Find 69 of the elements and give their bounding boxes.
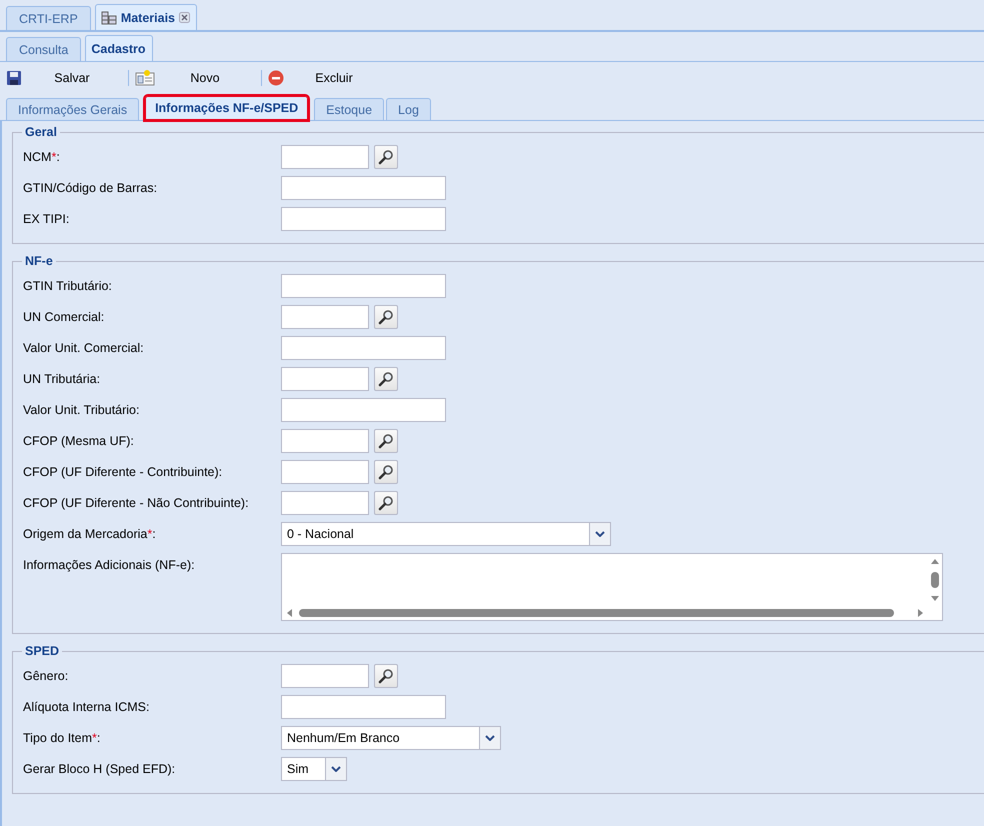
- search-icon: [378, 668, 394, 684]
- field-label: Informações Adicionais (NF-e):: [23, 557, 196, 572]
- field-label: CFOP (UF Diferente - Contribuinte):: [23, 464, 224, 479]
- lookup-button[interactable]: [374, 491, 398, 515]
- section-title: Geral: [24, 125, 58, 139]
- field-label: CFOP (UF Diferente - Não Contribuinte):: [23, 495, 250, 510]
- caret-icon: [331, 766, 341, 772]
- text-area[interactable]: [281, 553, 943, 621]
- section-title: NF-e: [24, 254, 54, 268]
- text-field[interactable]: [281, 398, 446, 422]
- field-label: GTIN/Código de Barras:: [23, 180, 158, 195]
- text-field[interactable]: [281, 207, 446, 231]
- field-label: Gerar Bloco H (Sped EFD):: [23, 761, 176, 776]
- text-field[interactable]: [281, 695, 446, 719]
- dropdown[interactable]: 0 - Nacional: [281, 522, 611, 546]
- field-label: Valor Unit. Comercial:: [23, 340, 145, 355]
- lookup-button[interactable]: [374, 429, 398, 453]
- search-icon: [378, 433, 394, 449]
- field-label: UN Tributária:: [23, 371, 102, 386]
- tab[interactable]: Informações NF-e/SPED: [145, 96, 308, 120]
- tab[interactable]: Estoque: [314, 98, 384, 120]
- lookup-button[interactable]: [374, 305, 398, 329]
- caret-icon: [485, 735, 495, 741]
- lookup-button[interactable]: [374, 367, 398, 391]
- search-icon: [378, 495, 394, 511]
- tab[interactable]: Log: [386, 98, 431, 120]
- toolbar-button[interactable]: Excluir: [268, 70, 384, 86]
- delete-icon: [268, 70, 284, 86]
- lookup-button[interactable]: [374, 460, 398, 484]
- dropdown[interactable]: Nenhum/Em Branco: [281, 726, 501, 750]
- new-document-icon: [135, 70, 155, 86]
- lookup-button[interactable]: [374, 664, 398, 688]
- tab[interactable]: Consulta: [6, 37, 82, 61]
- field-label: GTIN Tributário:: [23, 278, 113, 293]
- field-label: Origem da Mercadoria*:: [23, 526, 157, 541]
- field-label: Valor Unit. Tributário:: [23, 402, 140, 417]
- dropdown[interactable]: Sim: [281, 757, 347, 781]
- caret-icon: [595, 531, 605, 537]
- field-label: EX TIPI:: [23, 211, 70, 226]
- search-icon: [378, 149, 394, 165]
- text-field[interactable]: [281, 176, 446, 200]
- text-field[interactable]: [281, 664, 369, 688]
- field-label: NCM*:: [23, 149, 61, 164]
- text-field[interactable]: [281, 336, 446, 360]
- app-tab[interactable]: CRTI-ERP: [6, 6, 91, 30]
- toolbar-button[interactable]: Novo: [135, 70, 255, 86]
- text-field[interactable]: [281, 305, 369, 329]
- tab[interactable]: Informações Gerais: [6, 98, 140, 120]
- search-icon: [378, 371, 394, 387]
- tab[interactable]: Cadastro: [85, 35, 153, 61]
- field-label: CFOP (Mesma UF):: [23, 433, 135, 448]
- text-field[interactable]: [281, 145, 369, 169]
- section-title: SPED: [24, 644, 60, 658]
- app-tab[interactable]: Materiais: [94, 4, 198, 30]
- lookup-button[interactable]: [374, 145, 398, 169]
- field-label: Gênero:: [23, 668, 70, 683]
- toolbar-button[interactable]: Salvar: [6, 70, 122, 86]
- field-label: Alíquota Interna ICMS:: [23, 699, 150, 714]
- text-field[interactable]: [281, 429, 369, 453]
- close-icon[interactable]: [179, 12, 190, 23]
- search-icon: [378, 464, 394, 480]
- text-field[interactable]: [281, 491, 369, 515]
- search-icon: [378, 309, 394, 325]
- field-label: UN Comercial:: [23, 309, 106, 324]
- text-field[interactable]: [281, 460, 369, 484]
- grid-icon: [100, 10, 117, 24]
- text-field[interactable]: [281, 274, 446, 298]
- text-field[interactable]: [281, 367, 369, 391]
- field-label: Tipo do Item*:: [23, 730, 102, 745]
